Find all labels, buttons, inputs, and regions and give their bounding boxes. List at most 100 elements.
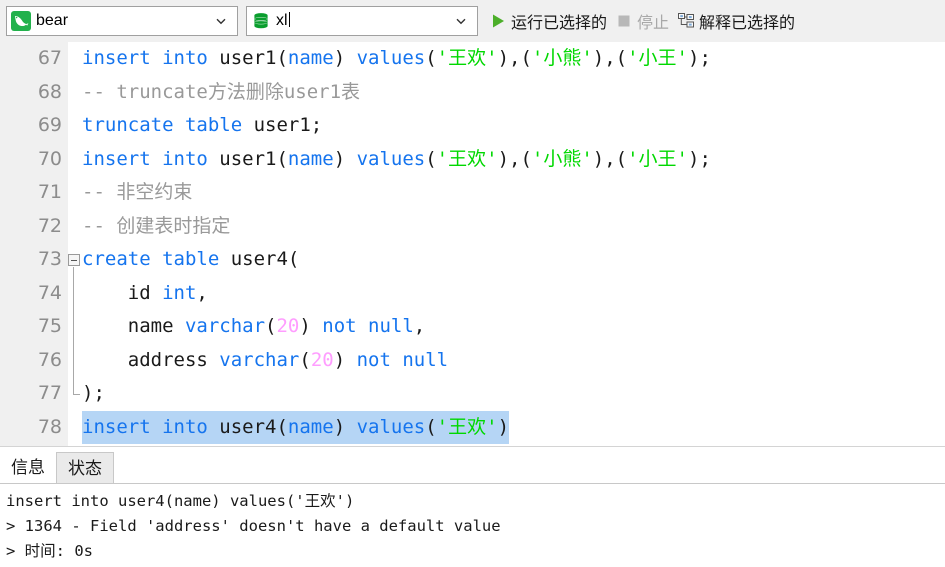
token-pln: ( [425,415,437,438]
database-icon [254,13,268,29]
code-line[interactable]: 72 -- 创建表时指定 [0,210,945,244]
line-number: 70 [37,147,62,170]
line-number: 68 [37,80,62,103]
line-number: 73 [37,248,62,270]
token-str: '王欢' [436,147,498,170]
sql-code-editor[interactable]: 67 insert into user1(name) values('王欢'),(… [0,42,945,446]
token-pln: name [82,315,185,337]
token-pln: ) [333,47,357,69]
code-line[interactable]: 76 address varchar(20) not null [0,344,945,378]
token-pln: ); [688,147,711,170]
token-pln: ) [333,348,357,371]
token-kw: int [162,281,197,304]
token-kw: varchar [184,315,266,337]
token-pln: ( [425,147,437,170]
database-combobox[interactable]: xl [246,6,478,36]
code-line-text: name varchar(20) not null, [82,310,425,344]
output-line: > 1364 - Field 'address' doesn't have a … [6,517,501,535]
token-kw: name [287,47,334,69]
token-num: 20 [276,315,300,337]
code-fold-toggle[interactable] [68,254,80,266]
stop-icon [618,15,630,27]
code-line[interactable]: 78 insert into user4(name) values('王欢') [0,410,945,444]
code-line[interactable]: 75 name varchar(20) not null, [0,310,945,344]
token-kw: values [356,47,426,69]
token-kw: truncate table [82,114,243,136]
token-cmt: -- 非空约束 [82,181,193,203]
token-pln: address [82,348,220,371]
run-selected-label: 运行已选择的 [511,15,608,32]
code-fold-end-marker [73,394,80,395]
code-line[interactable]: 74 id int, [0,277,945,311]
code-line[interactable]: 70 insert into user1(name) values('王欢'),(… [0,143,945,177]
line-number: 69 [37,114,62,136]
line-number: 75 [37,315,62,337]
token-pln: ); [688,47,711,69]
token-pln: ); [82,382,105,404]
token-kw: not null [356,348,449,371]
line-number: 74 [37,281,62,304]
token-pln: ),( [497,147,532,170]
line-number: 67 [37,47,62,69]
code-line[interactable]: 68 -- truncate方法删除user1表 [0,76,945,110]
token-pln: ( [425,47,437,69]
explain-selected-button[interactable]: 解释已选择的 [674,6,798,36]
explain-selected-label: 解释已选择的 [699,15,796,32]
line-number: 71 [37,181,62,203]
explain-plan-icon [678,13,695,28]
run-selected-button[interactable]: 运行已选择的 [486,6,610,36]
code-line[interactable]: 69 truncate table user1; [0,109,945,143]
code-line[interactable]: 77); [0,377,945,411]
token-kw: name [287,415,334,438]
stop-button[interactable]: 停止 [612,6,672,36]
token-pln: user1( [207,47,288,69]
code-line-text: insert into user1(name) values('王欢'),('小… [82,143,711,177]
token-pln: ) [299,315,323,337]
message-output-panel[interactable]: insert into user4(name) values('王欢') > 13… [0,484,945,567]
output-line: > 时间: 0s [6,542,93,560]
code-line[interactable]: 67 insert into user1(name) values('王欢'),(… [0,42,945,76]
token-pln: ( [299,348,311,371]
code-line-text: insert into user1(name) values('王欢'),('小… [82,42,711,76]
code-line-text: -- truncate方法删除user1表 [82,76,360,110]
line-number: 76 [37,348,62,371]
token-str: '王欢' [436,415,498,438]
code-line[interactable]: 71 -- 非空约束 [0,176,945,210]
token-pln: , [413,315,426,337]
token-kw: insert into [82,147,208,170]
database-name: xl [276,12,290,29]
sqlyog-query-editor-window: bear xl 运行已选择的 停止 解释已选择的 67 insert into … [0,0,945,567]
token-kw: values [356,415,426,438]
token-pln: ) [497,415,510,438]
text-cursor [288,12,290,27]
code-lines-container[interactable]: 67 insert into user1(name) values('王欢'),(… [0,42,945,444]
code-line-text: create table user4( [82,243,299,277]
tab-info[interactable]: 信息 [0,452,56,484]
tab-status[interactable]: 状态 [56,452,114,484]
output-line: insert into user4(name) values('王欢') [6,492,355,510]
token-pln: ) [333,147,357,170]
code-line-text: -- 创建表时指定 [82,210,230,244]
line-number: 72 [37,214,62,237]
token-str: '小王' [627,147,688,170]
token-pln: ),( [592,147,628,170]
stop-label: 停止 [637,15,670,32]
token-kw: create table [82,248,220,270]
token-kw: not null [322,315,414,337]
token-kw: name [287,147,334,170]
token-pln: ),( [592,47,628,69]
token-cmt: -- 创建表时指定 [82,214,231,237]
token-num: 20 [310,348,334,371]
token-str: '王欢' [436,47,498,69]
connection-combobox[interactable]: bear [6,6,238,36]
token-kw: varchar [219,348,300,371]
token-kw: insert into [82,415,208,438]
token-pln: user1( [207,147,288,170]
panel-divider [0,446,945,447]
code-fold-guide [73,267,74,394]
token-str: '小王' [627,47,688,69]
code-line[interactable]: 73 create table user4( [0,243,945,277]
chevron-down-icon[interactable] [453,13,469,29]
chevron-down-icon[interactable] [213,13,229,29]
connection-name: bear [36,12,69,29]
